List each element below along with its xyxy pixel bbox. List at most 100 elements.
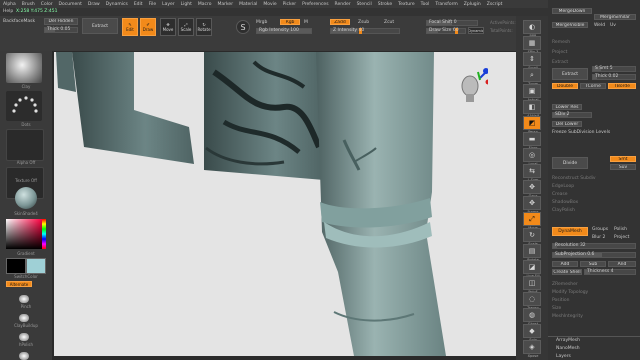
shelf-gxyz-button[interactable]: ✥Gxyz [523, 180, 541, 198]
and-button[interactable]: And [608, 261, 636, 267]
menu-render[interactable]: Render [332, 2, 354, 7]
canvas-viewport[interactable] [54, 52, 516, 356]
shelf-solo-button[interactable]: ◆Solo [523, 324, 541, 342]
move-button[interactable]: ✥ Move [160, 18, 176, 36]
add-button[interactable]: Add [552, 261, 578, 267]
polish-label[interactable]: Polish [614, 227, 627, 232]
thick-slider[interactable]: Thick 0.05 [44, 27, 78, 33]
hpolish-brush-icon[interactable] [19, 333, 29, 341]
subprojection-slider[interactable]: SubProjection 0.6 [552, 252, 636, 258]
sub-button[interactable]: Sub [580, 261, 606, 267]
focal-shift-slider[interactable]: Focal Shift 0 [426, 20, 478, 26]
shelf-local-button[interactable]: ◎Local [523, 148, 541, 166]
uv-label[interactable]: Uv [610, 23, 616, 28]
alternate-button[interactable]: Alternate [6, 281, 32, 287]
blur-label[interactable]: Blur 2 [592, 235, 605, 240]
nanomesh-label[interactable]: NanoMesh [556, 346, 580, 351]
menu-tool[interactable]: Tool [418, 2, 433, 7]
crease-label[interactable]: Crease [552, 192, 568, 197]
size-label[interactable]: Size [552, 306, 561, 311]
project-dm-label[interactable]: Project [614, 235, 629, 240]
gradient-label[interactable]: Gradient [0, 251, 52, 256]
menu-edit[interactable]: Edit [131, 2, 146, 7]
menu-layer[interactable]: Layer [159, 2, 178, 7]
shelf-line-fill-button[interactable]: ◪Line Fill [523, 260, 541, 278]
menu-stencil[interactable]: Stencil [354, 2, 375, 7]
meshintegrity-label[interactable]: MeshIntegrity [552, 314, 583, 319]
menu-stroke[interactable]: Stroke [375, 2, 395, 7]
mrgb-label[interactable]: Mrgb [256, 20, 267, 25]
rgb-button[interactable]: Rgb [280, 19, 300, 25]
brush-icon[interactable]: S [236, 20, 250, 34]
scale-button[interactable]: ⤢ Scale [178, 18, 194, 36]
color-picker[interactable] [6, 219, 42, 249]
stroke-thumbnail[interactable] [6, 91, 42, 121]
smt-button[interactable]: Smt [610, 156, 636, 162]
menu-macro[interactable]: Macro [195, 2, 215, 7]
groups-label[interactable]: Groups [592, 227, 608, 232]
menu-material[interactable]: Material [236, 2, 260, 7]
menu-alpha[interactable]: Alpha [0, 2, 19, 7]
shadowbox-label[interactable]: ShadowBox [552, 200, 578, 205]
tcorne-button[interactable]: TCorne [580, 83, 606, 89]
draw-button[interactable]: ✐ Draw [140, 18, 156, 36]
zcut-label[interactable]: Zcut [384, 20, 394, 25]
merge-down-button[interactable]: MergeDown [552, 8, 592, 14]
menu-movie[interactable]: Movie [260, 2, 279, 7]
zadd-button[interactable]: Zadd [330, 19, 350, 25]
shelf-scroll-button[interactable]: ⇕Scroll [523, 52, 541, 70]
switch-color-label[interactable]: SwitchColor [0, 274, 52, 279]
shelf-scale-button[interactable]: ↻Scale [523, 228, 541, 246]
lower-res-button[interactable]: Lower Res [552, 104, 582, 110]
double-button[interactable]: Double [552, 83, 578, 89]
claybuildup-brush-icon[interactable] [19, 314, 29, 322]
project-label[interactable]: Project [552, 50, 567, 55]
pinch-brush-icon[interactable] [19, 295, 29, 303]
arraymesh-label[interactable]: ArrayMesh [556, 338, 580, 343]
menu-document[interactable]: Document [56, 2, 85, 7]
menu-transform[interactable]: Transform [432, 2, 460, 7]
shelf-rotate-button[interactable]: ▤Rotate [523, 244, 541, 262]
alpha-thumbnail[interactable] [6, 129, 44, 161]
shelf-polyf-button[interactable]: ◫PolyF [523, 276, 541, 294]
create-shell-button[interactable]: Create Shell [552, 269, 582, 275]
del-hidden-button[interactable]: Del Hidden [44, 18, 78, 25]
rotate-button[interactable]: ↻ Rotate [196, 18, 212, 36]
shelf-ghost-button[interactable]: ◍Ghost [523, 308, 541, 326]
menu-draw[interactable]: Draw [85, 2, 103, 7]
navigation-head-widget[interactable] [458, 66, 491, 106]
menu-marker[interactable]: Marker [215, 2, 237, 7]
help-label[interactable]: Help [3, 9, 13, 14]
del-lower-button[interactable]: Del Lower [552, 121, 582, 127]
menu-texture[interactable]: Texture [395, 2, 417, 7]
shelf-floor-button[interactable]: ▬Floor [523, 132, 541, 150]
menu-zscript[interactable]: Zscript [484, 2, 506, 7]
standard-brush-icon[interactable] [19, 352, 29, 360]
remesh-label[interactable]: Remesh [552, 40, 570, 45]
z-intensity-slider[interactable]: Z Intensity 40 [330, 28, 400, 34]
divide-button[interactable]: Divide [552, 157, 588, 169]
hue-strip[interactable] [42, 219, 46, 249]
shelf-actual-button[interactable]: ▣Actual [523, 84, 541, 102]
weld-label[interactable]: Weld [594, 23, 605, 28]
shelf-move-button[interactable]: ⤢Move [523, 212, 541, 230]
dynamesh-button[interactable]: DynaMesh [552, 227, 588, 236]
claypolish-label[interactable]: ClayPolish [552, 208, 575, 213]
layers-label[interactable]: Layers [556, 354, 571, 359]
menu-brush[interactable]: Brush [19, 2, 38, 7]
tborder-button[interactable]: TBorde [608, 83, 636, 89]
rgb-intensity-slider[interactable]: Rgb Intensity 100 [256, 28, 312, 34]
menu-file[interactable]: File [146, 2, 160, 7]
menu-preferences[interactable]: Preferences [299, 2, 331, 7]
shelf-zoom-button[interactable]: ⌕Zoom [523, 68, 541, 86]
edgeloop-label[interactable]: EdgeLoop [552, 184, 574, 189]
shelf-aahalf-button[interactable]: ◧AAHalf [523, 100, 541, 118]
merge-similar-button[interactable]: MergeSimilar [594, 14, 636, 20]
shelf-persp-button[interactable]: ◩Persp [523, 116, 541, 134]
shelf-frame-button[interactable]: ✥Frame [523, 196, 541, 214]
shelf-spix-3-button[interactable]: ▦SPix 3 [523, 36, 541, 54]
zsub-label[interactable]: Zsub [358, 20, 369, 25]
edit-button[interactable]: ✎ Edit [122, 18, 138, 36]
zremesher-label[interactable]: ZRemesher [552, 282, 578, 287]
thickness-slider[interactable]: Thickness 4 [584, 269, 636, 275]
